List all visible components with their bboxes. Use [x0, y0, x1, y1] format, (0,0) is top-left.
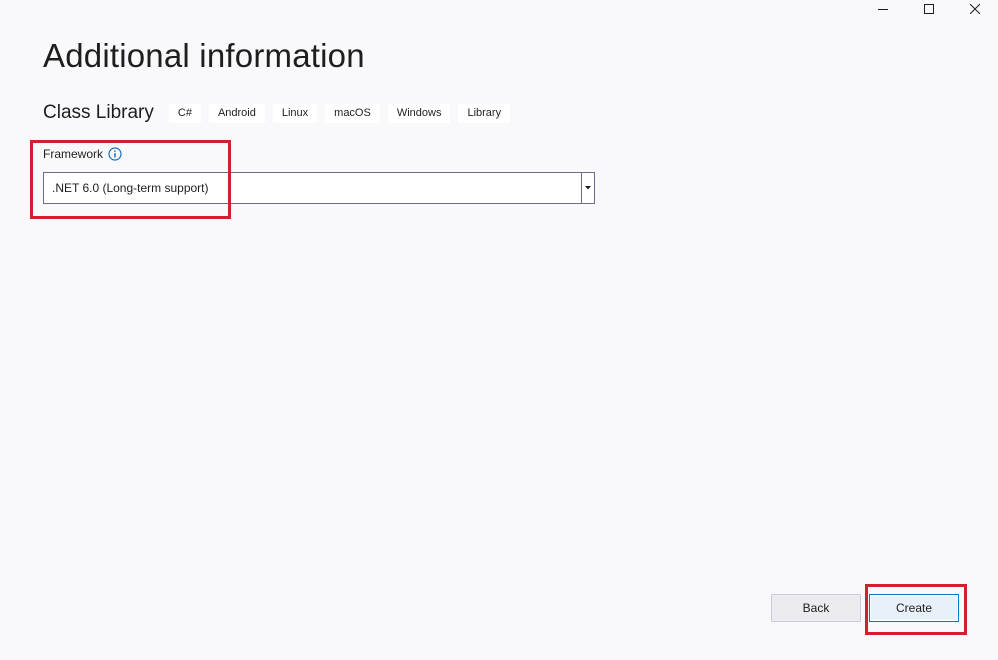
info-icon[interactable] [108, 146, 122, 161]
window-controls [860, 0, 998, 18]
framework-label-row: Framework [43, 145, 122, 162]
tag-csharp: C# [168, 103, 201, 123]
minimize-button[interactable] [860, 0, 906, 18]
close-icon [970, 4, 980, 14]
framework-selected-value: .NET 6.0 (Long-term support) [52, 181, 209, 195]
maximize-icon [924, 4, 934, 14]
tag-library: Library [458, 103, 511, 123]
framework-dropdown[interactable]: .NET 6.0 (Long-term support) [43, 172, 595, 204]
framework-label: Framework [43, 146, 104, 161]
create-button[interactable]: Create [869, 594, 959, 622]
dropdown-arrow-icon[interactable] [581, 173, 594, 203]
page-title: Additional information [43, 37, 365, 74]
minimize-icon [878, 4, 888, 14]
tag-linux: Linux [272, 103, 318, 123]
tag-macos: macOS [325, 103, 380, 123]
template-tags: C# Android Linux macOS Windows Library [168, 103, 518, 123]
tag-android: Android [208, 103, 265, 123]
maximize-button[interactable] [906, 0, 952, 18]
close-button[interactable] [952, 0, 998, 18]
template-name: Class Library [43, 102, 154, 123]
tag-windows: Windows [387, 103, 451, 123]
template-info: Class Library C# Android Linux macOS Win… [43, 101, 518, 125]
back-button[interactable]: Back [771, 594, 861, 622]
